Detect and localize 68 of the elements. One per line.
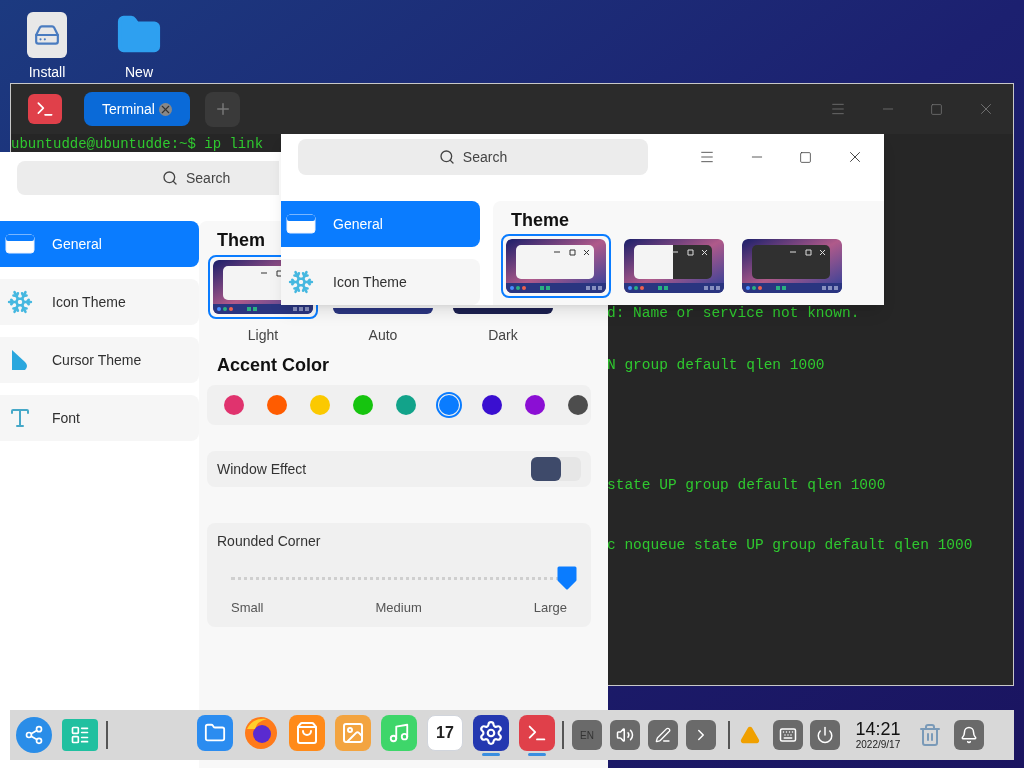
- notification-button[interactable]: [954, 720, 984, 750]
- setting-label: Rounded Corner: [217, 532, 322, 551]
- search-field[interactable]: Search: [298, 139, 648, 175]
- window-icon: [5, 234, 35, 254]
- new-tab-button[interactable]: [205, 91, 240, 127]
- snowflake-icon: [288, 269, 314, 295]
- sidebar-item[interactable]: Cursor Theme: [0, 337, 199, 383]
- snowflake-icon: [7, 289, 33, 315]
- clock-date[interactable]: 2022/9/17: [855, 739, 901, 751]
- multitask-icon[interactable]: [62, 719, 98, 751]
- power-icon: [816, 726, 834, 744]
- terminal-app-icon[interactable]: [519, 714, 555, 751]
- terminal-output-line: state UP group default qlen 1000: [607, 476, 887, 495]
- terminal-output-line: d: Name or service not known.: [607, 304, 861, 323]
- toggle-switch[interactable]: [531, 457, 581, 481]
- menu-icon[interactable]: [830, 101, 846, 117]
- maximize-icon[interactable]: [799, 150, 812, 164]
- keyboard-button[interactable]: [773, 720, 803, 750]
- expand-button[interactable]: [686, 720, 716, 750]
- tick-label: Large: [533, 599, 567, 617]
- letter-icon: [8, 406, 32, 430]
- tick-label: Small: [231, 599, 264, 617]
- volume-button[interactable]: [610, 720, 640, 750]
- close-tab-icon[interactable]: [158, 102, 172, 116]
- sidebar-item[interactable]: General: [281, 201, 480, 247]
- command-prompt: ubuntudde@ubuntudde:~$ ip link: [11, 136, 264, 152]
- slider-thumb[interactable]: [557, 566, 577, 590]
- tick-label: Medium: [375, 599, 422, 617]
- trash-icon[interactable]: [918, 723, 942, 747]
- window-icon: [286, 214, 316, 234]
- maximize-icon[interactable]: [930, 102, 943, 116]
- desktop-icon-label: Install: [28, 64, 66, 80]
- theme-label: Light: [247, 326, 279, 345]
- section-title: Accent Color: [216, 354, 331, 377]
- pen-button[interactable]: [648, 720, 678, 750]
- calendar-app-icon[interactable]: 17: [427, 714, 463, 751]
- search-icon: [162, 170, 178, 186]
- section-title: Them: [216, 229, 266, 251]
- power-button[interactable]: [810, 720, 840, 750]
- pen-icon: [655, 727, 671, 743]
- search-icon: [438, 149, 455, 165]
- image-app-icon[interactable]: [335, 714, 371, 751]
- running-indicator: [482, 752, 500, 756]
- folder-app-icon[interactable]: [197, 714, 233, 751]
- speaker-icon: [616, 726, 634, 744]
- settings-icon[interactable]: [473, 714, 509, 751]
- shopping-bag-icon[interactable]: [289, 714, 325, 751]
- sidebar-item[interactable]: Font: [0, 395, 199, 441]
- bell-icon: [960, 726, 978, 744]
- sidebar-item[interactable]: Icon Theme: [0, 279, 199, 325]
- search-field[interactable]: Search: [17, 161, 279, 195]
- terminal-output-line: c noqueue state UP group default qlen 1000: [607, 536, 973, 555]
- running-indicator: [528, 752, 546, 756]
- keyboard-icon: [779, 726, 797, 744]
- section-title: Theme: [510, 209, 571, 231]
- browser-icon[interactable]: [243, 714, 279, 751]
- sidebar-item[interactable]: General: [0, 221, 199, 267]
- terminal-app-icon: [28, 94, 62, 124]
- menu-icon[interactable]: [699, 149, 715, 165]
- theme-label: Dark: [488, 326, 518, 345]
- terminal-output-line: N group default qlen 1000: [607, 356, 826, 375]
- setting-label: Window Effect: [217, 459, 307, 479]
- desktop-icon-label: New: [125, 64, 153, 80]
- clock-time[interactable]: 14:21: [855, 719, 901, 739]
- terminal-tab[interactable]: Terminal: [84, 92, 190, 126]
- launcher-icon[interactable]: [16, 717, 52, 753]
- sidebar-item[interactable]: Icon Theme: [281, 259, 480, 305]
- theme-label: Auto: [368, 326, 398, 345]
